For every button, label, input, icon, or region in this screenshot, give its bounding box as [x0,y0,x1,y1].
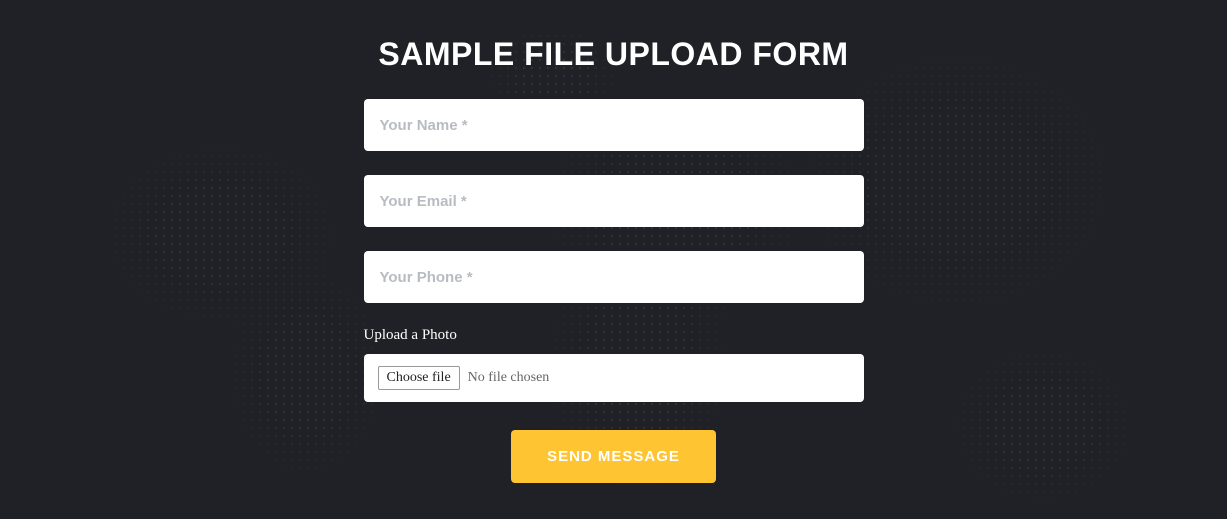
file-status-text: No file chosen [468,370,550,386]
phone-input[interactable] [364,251,864,303]
form-container: SAMPLE FILE UPLOAD FORM Upload a Photo C… [364,0,864,483]
choose-file-button[interactable]: Choose file [378,366,460,390]
upload-field-group: Upload a Photo Choose file No file chose… [364,327,864,402]
name-input[interactable] [364,99,864,151]
upload-form: Upload a Photo Choose file No file chose… [364,99,864,483]
upload-label: Upload a Photo [364,327,864,344]
page-title: SAMPLE FILE UPLOAD FORM [378,36,848,73]
send-message-button[interactable]: SEND MESSAGE [511,430,716,483]
email-input[interactable] [364,175,864,227]
file-input-wrapper[interactable]: Choose file No file chosen [364,354,864,402]
